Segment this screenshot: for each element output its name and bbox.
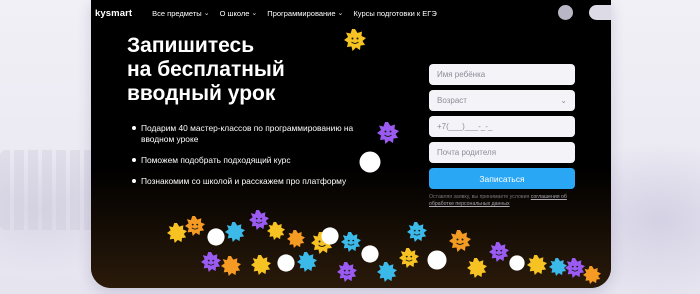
avatar[interactable] (558, 5, 573, 20)
sun-orange-icon (221, 256, 241, 276)
nav-item-about-school[interactable]: О школе ⌄ (220, 9, 258, 18)
sun-yellow-icon (467, 258, 487, 278)
site-logo[interactable]: kysmart (95, 8, 132, 19)
age-select[interactable]: Возраст ⌄ (429, 90, 575, 111)
white-circle-icon (427, 250, 447, 270)
chevron-down-icon: ⌄ (337, 10, 344, 17)
field-placeholder: Почта родителя (437, 148, 497, 157)
nav-label: Программирование (267, 8, 336, 18)
chevron-down-icon: ⌄ (560, 96, 567, 105)
field-placeholder: Возраст (437, 96, 467, 105)
benefit-item: Подарим 40 мастер-классов по программиро… (132, 123, 381, 145)
profile-tab[interactable] (589, 5, 611, 20)
smiley-yellow-icon (399, 248, 419, 268)
sun-cyan-icon (225, 222, 245, 242)
sun-cyan-icon (297, 252, 317, 272)
smiley-orange-icon (449, 230, 471, 252)
white-circle-icon (277, 254, 295, 272)
smiley-purple-icon (201, 252, 221, 272)
white-circle-icon (509, 255, 525, 271)
nav-label: О школе (219, 8, 250, 18)
sun-yellow-icon (251, 255, 271, 275)
sun-orange-icon (287, 230, 305, 248)
sun-yellow-icon (267, 222, 285, 240)
submit-button[interactable]: Записаться (429, 168, 575, 189)
smiley-yellow-icon (407, 222, 427, 242)
smiley-purple-icon (565, 258, 585, 278)
smiley-purple-icon (249, 210, 269, 230)
chevron-down-icon: ⌄ (251, 10, 258, 17)
legal-notice: Оставляя заявку, вы принимаете условия с… (429, 194, 575, 208)
sun-cyan-icon (377, 262, 397, 282)
white-circle-icon (321, 227, 339, 245)
benefits-list: Подарим 40 мастер-классов по программиро… (132, 123, 381, 197)
field-placeholder: +7(___)___-_-_ (437, 122, 493, 131)
smiley-purple-icon (489, 242, 509, 262)
parent-email-field[interactable]: Почта родителя (429, 142, 575, 163)
white-circle-icon (207, 228, 225, 246)
nav-item-all-subjects[interactable]: Все предметы ⌄ (152, 9, 209, 18)
field-placeholder: Имя ребёнка (437, 70, 486, 79)
nav-item-exam-courses[interactable]: Курсы подготовки к ЕГЭ (353, 9, 436, 18)
signup-card: kysmart Все предметы ⌄ О школе ⌄ Програм… (91, 0, 611, 288)
title-line: вводный урок (127, 82, 276, 105)
top-navigation: kysmart Все предметы ⌄ О школе ⌄ Програм… (91, 0, 611, 26)
phone-field[interactable]: +7(___)___-_-_ (429, 116, 575, 137)
main-nav: Все предметы ⌄ О школе ⌄ Программировани… (152, 9, 437, 18)
signup-form: Имя ребёнка Возраст ⌄ +7(___)___-_-_ Поч… (429, 64, 575, 208)
sun-orange-icon (583, 266, 601, 284)
benefit-item: Поможем подобрать подходящий курс (132, 155, 381, 166)
title-line: Запишитесь (127, 34, 255, 57)
smiley-sun-icon (344, 29, 366, 51)
nav-label: Все предметы (152, 8, 202, 18)
page-title: Запишитесь на бесплатный вводный урок (127, 34, 347, 106)
chevron-down-icon: ⌄ (203, 10, 210, 17)
smiley-purple-icon (337, 262, 357, 282)
child-name-field[interactable]: Имя ребёнка (429, 64, 575, 85)
benefit-item: Познакомим со школой и расскажем про пла… (132, 176, 381, 187)
sun-cyan-icon (341, 232, 361, 252)
nav-label: Курсы подготовки к ЕГЭ (353, 8, 437, 18)
legal-text: Оставляя заявку, вы принимаете условия (429, 194, 531, 200)
white-circle-icon (361, 245, 379, 263)
smiley-orange-icon (185, 216, 205, 236)
nav-item-programming[interactable]: Программирование ⌄ (267, 9, 343, 18)
sun-yellow-icon (167, 223, 187, 243)
sun-yellow-icon (527, 255, 547, 275)
title-line: на бесплатный (127, 58, 285, 81)
